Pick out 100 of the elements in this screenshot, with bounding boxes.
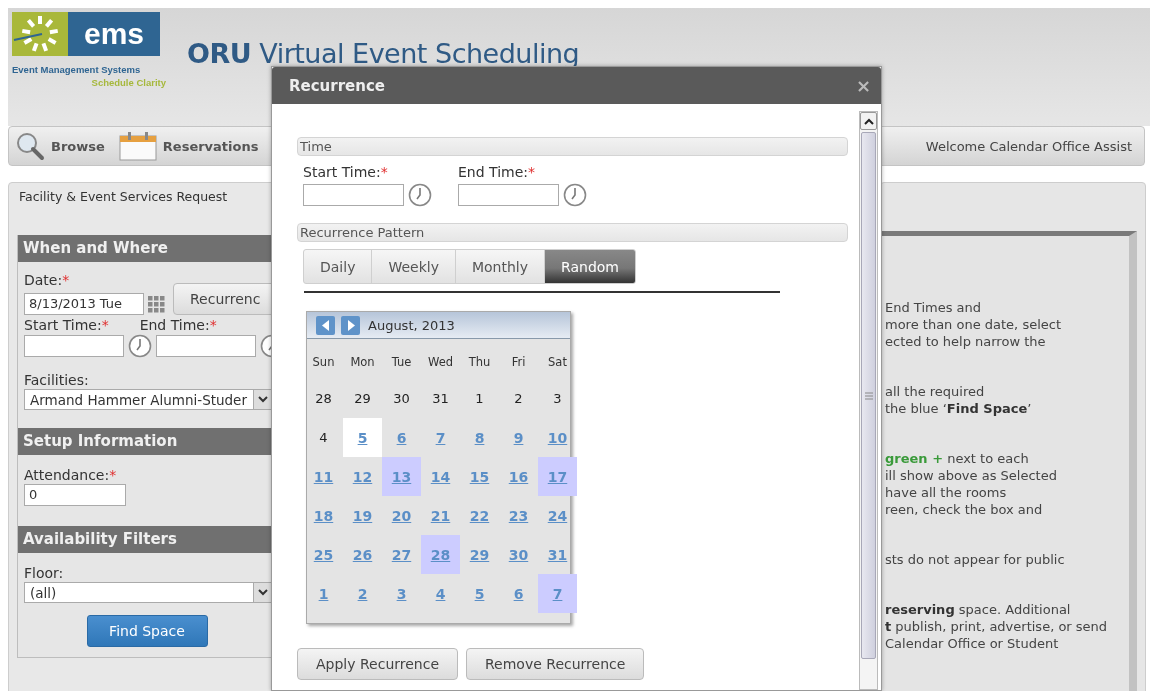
weekday-label: Thu: [467, 354, 492, 371]
calendar-day[interactable]: 17: [538, 457, 577, 496]
calendar-day[interactable]: 12: [343, 457, 382, 496]
welcome-text: Welcome Calendar Office Assist: [925, 138, 1132, 154]
weekday-label: Sun: [311, 354, 336, 371]
start-time-field[interactable]: [24, 335, 124, 357]
clock-icon[interactable]: [128, 334, 152, 358]
calendar-day[interactable]: 4: [421, 574, 460, 613]
pattern-tab[interactable]: Weekly: [371, 249, 456, 284]
facilities-select[interactable]: Armand Hammer Alumni-Studer: [24, 389, 272, 410]
scrollbar[interactable]: [859, 111, 878, 690]
calendar-day: 29: [343, 379, 382, 418]
logo-slogan: Schedule Clarity: [90, 77, 167, 88]
weekday-label: Wed: [426, 354, 455, 371]
field-label: Start Time:*: [303, 164, 389, 181]
weekday-label: Fri: [510, 354, 527, 371]
calendar-day[interactable]: 8: [460, 418, 499, 457]
calendar-day: 4: [304, 418, 343, 457]
floor-select[interactable]: (all): [24, 582, 272, 603]
help-text: more than one date, select: [885, 316, 1062, 333]
logo-wordmark: ems: [68, 12, 160, 56]
month-label: August, 2013: [368, 317, 455, 333]
group-legend: Time: [297, 137, 848, 156]
end-time-field[interactable]: [458, 184, 559, 206]
calendar-day[interactable]: 14: [421, 457, 460, 496]
weekday-label: Mon: [349, 354, 376, 371]
pattern-tab[interactable]: Random: [544, 249, 636, 284]
calendar-day[interactable]: 28: [421, 535, 460, 574]
help-text: sts do not appear for public: [885, 551, 1066, 568]
calendar-day: 1: [460, 379, 499, 418]
calendar-day[interactable]: 7: [538, 574, 577, 613]
date-field[interactable]: 8/13/2013 Tue: [24, 293, 144, 315]
calendar-day[interactable]: 23: [499, 496, 538, 535]
help-text: t publish, print, advertise, or send: [885, 618, 1109, 635]
calendar-day[interactable]: 6: [382, 418, 421, 457]
calendar-day[interactable]: 25: [304, 535, 343, 574]
nav-link[interactable]: Reservations: [118, 131, 259, 161]
help-text: reserving space. Additional: [885, 601, 1072, 618]
help-text: all the required: [885, 383, 986, 400]
nav-link[interactable]: Browse: [15, 131, 105, 161]
calendar-day[interactable]: 30: [499, 535, 538, 574]
caret-icon: [257, 396, 268, 403]
grip-icon: [864, 391, 873, 400]
calendar-day[interactable]: 13: [382, 457, 421, 496]
start-time-field[interactable]: [303, 184, 404, 206]
field-label: Facilities:: [24, 372, 90, 389]
calendar-day[interactable]: 6: [499, 574, 538, 613]
calendar-day: 2: [499, 379, 538, 418]
calendar-day: 31: [421, 379, 460, 418]
calendar-day[interactable]: 20: [382, 496, 421, 535]
help-text: ected to help narrow the: [885, 333, 1047, 350]
calendar-day[interactable]: 1: [304, 574, 343, 613]
calendar-day[interactable]: 29: [460, 535, 499, 574]
calendar-day[interactable]: 19: [343, 496, 382, 535]
group-legend: Recurrence Pattern: [297, 223, 848, 242]
calendar-day[interactable]: 3: [382, 574, 421, 613]
calendar-day[interactable]: 21: [421, 496, 460, 535]
help-text: Calendar Office or Student: [885, 635, 1060, 652]
end-time-field[interactable]: [156, 335, 256, 357]
dialog-button[interactable]: Remove Recurrence: [466, 648, 645, 680]
calendar-day[interactable]: 16: [499, 457, 538, 496]
calendar-day[interactable]: 26: [343, 535, 382, 574]
weekday-label: Tue: [390, 354, 413, 371]
calendar-day[interactable]: 18: [304, 496, 343, 535]
field-label: End Time:*: [458, 164, 537, 181]
form-title: Facility & Event Services Request: [18, 189, 229, 204]
calendar-day[interactable]: 5: [460, 574, 499, 613]
calendar-day[interactable]: 10: [538, 418, 577, 457]
up-caret-icon[interactable]: [863, 117, 874, 125]
weekday-label: Sat: [547, 354, 568, 371]
previous-month-button[interactable]: [316, 315, 335, 335]
search-icon: [15, 131, 45, 161]
dialog-button[interactable]: Apply Recurrence: [297, 648, 458, 680]
sun-logo-icon: [12, 12, 68, 56]
attendance-field[interactable]: 0: [24, 484, 126, 506]
calendar-day[interactable]: 15: [460, 457, 499, 496]
calendar-day: 28: [304, 379, 343, 418]
calendar-day[interactable]: 11: [304, 457, 343, 496]
pattern-tab[interactable]: Daily: [303, 249, 373, 284]
grid-icon[interactable]: [148, 295, 165, 313]
left-arrow-icon: [321, 319, 330, 331]
find-space-button[interactable]: Find Space: [86, 615, 208, 647]
calendar-day[interactable]: 2: [343, 574, 382, 613]
calendar-day[interactable]: 24: [538, 496, 577, 535]
pattern-tab[interactable]: Monthly: [454, 249, 546, 284]
help-text: the blue ‘Find Space’: [885, 400, 1033, 417]
right-arrow-icon: [346, 319, 355, 331]
close-button[interactable]: ×: [855, 75, 871, 96]
calendar-day[interactable]: 31: [538, 535, 577, 574]
clock-icon[interactable]: [408, 183, 432, 207]
calendar-day[interactable]: 5: [343, 418, 382, 457]
calendar-day[interactable]: 27: [382, 535, 421, 574]
dialog-title: Recurrence: [289, 76, 385, 95]
calendar-day[interactable]: 7: [421, 418, 460, 457]
help-text: green + next to each: [885, 450, 1030, 467]
calendar-day[interactable]: 22: [460, 496, 499, 535]
calendar-day: 30: [382, 379, 421, 418]
next-month-button[interactable]: [341, 315, 360, 335]
clock-icon[interactable]: [563, 183, 587, 207]
calendar-day[interactable]: 9: [499, 418, 538, 457]
